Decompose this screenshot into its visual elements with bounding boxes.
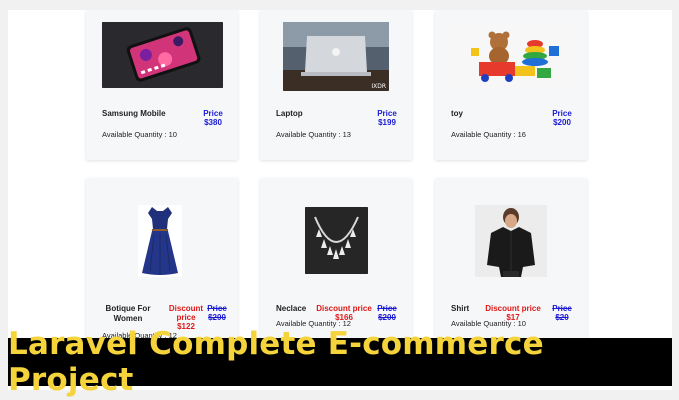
price-value: $200 <box>553 118 571 127</box>
original-price: Price $20 <box>549 304 575 322</box>
price-label: Price <box>552 109 572 118</box>
discount-label: Discount price <box>485 304 541 313</box>
price-value: $199 <box>378 118 396 127</box>
product-card-samsung-mobile[interactable]: Samsung Mobile Price $380 Available Quan… <box>86 10 238 160</box>
available-quantity: Available Quantity : 16 <box>451 130 526 139</box>
product-name[interactable]: Shirt <box>451 304 469 313</box>
original-price-label: Price <box>207 304 227 313</box>
available-quantity: Available Quantity : 13 <box>276 130 351 139</box>
image-watermark: IXDR <box>371 83 386 90</box>
product-image-shirt[interactable] <box>475 205 547 277</box>
price-label: Price <box>377 109 397 118</box>
original-price: Price $200 <box>202 304 232 322</box>
discount-label: Discount price <box>316 304 372 313</box>
product-price: Price $199 <box>372 109 402 127</box>
available-quantity: Available Quantity : 10 <box>102 130 177 139</box>
product-card-shirt[interactable]: Shirt Discount price $17 Price $20 Avail… <box>435 178 587 348</box>
discount-label: Discount price <box>168 304 204 322</box>
banner-title: Laravel Complete E-commerce Project <box>8 326 544 398</box>
original-price-value: $20 <box>555 313 569 322</box>
product-name-line: Botique For <box>105 304 151 313</box>
product-name-line: Women <box>113 314 143 323</box>
original-price: Price $200 <box>374 304 400 322</box>
product-name[interactable]: toy <box>451 109 463 118</box>
product-image-phone[interactable] <box>102 22 223 88</box>
original-price-label: Price <box>377 304 397 313</box>
product-price: Price $380 <box>198 109 228 127</box>
original-price-label: Price <box>552 304 572 313</box>
title-banner: Laravel Complete E-commerce Project <box>8 326 672 398</box>
product-card-botique-for-women[interactable]: Botique For Women Discount price $122 Pr… <box>86 178 238 348</box>
product-price: Price $200 <box>547 109 577 127</box>
product-card-toy[interactable]: toy Price $200 Available Quantity : 16 <box>435 10 587 160</box>
product-image-toy[interactable] <box>451 22 572 88</box>
original-price-value: $200 <box>378 313 396 322</box>
product-image-dress[interactable] <box>138 205 182 277</box>
product-name[interactable]: Laptop <box>276 109 303 118</box>
product-card-laptop[interactable]: IXDR Laptop Price $199 Available Quantit… <box>260 10 412 160</box>
product-name[interactable]: Samsung Mobile <box>102 109 166 118</box>
original-price-value: $200 <box>208 313 226 322</box>
price-value: $380 <box>204 118 222 127</box>
product-name[interactable]: Neclace <box>276 304 306 313</box>
price-label: Price <box>203 109 223 118</box>
product-image-laptop[interactable]: IXDR <box>283 22 389 91</box>
product-card-neclace[interactable]: Neclace Discount price $166 Price $200 A… <box>260 178 412 348</box>
product-image-necklace[interactable] <box>305 207 368 274</box>
product-name[interactable]: Botique For Women <box>98 304 158 324</box>
